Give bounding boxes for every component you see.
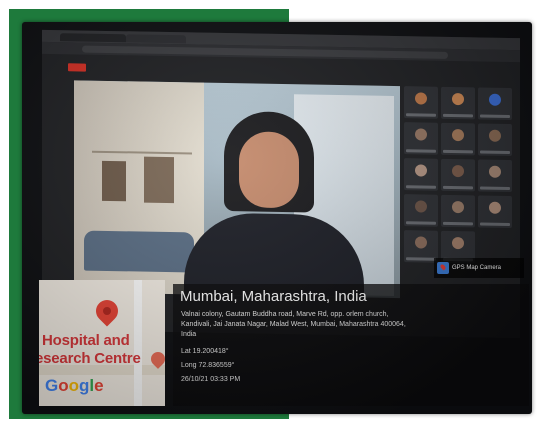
wall-frame (102, 160, 126, 202)
address-line: Kandivali, Jai Janata Nagar, Malad West,… (181, 321, 406, 328)
record-indicator (68, 63, 86, 72)
main-video-feed (74, 80, 400, 299)
address-line: Valnai colony, Gautam Buddha road, Marve… (181, 311, 389, 318)
timestamp: 26/10/21 03:33 PM (181, 376, 241, 383)
participant-tile[interactable] (404, 194, 438, 227)
latitude: Lat 19.200418° (181, 348, 229, 355)
map-road (134, 280, 142, 406)
map-thumbnail: Hospital and esearch Centre Google (39, 280, 165, 406)
sofa (84, 230, 194, 273)
speaker-face (239, 131, 299, 209)
browser-tab[interactable] (126, 34, 186, 44)
participant-tile[interactable] (478, 87, 512, 121)
gps-badge-label: GPS Map Camera (452, 265, 502, 271)
google-logo: Google (45, 376, 104, 395)
location-info-box: Mumbai, Maharashtra, India Valnai colony… (173, 284, 529, 406)
laptop-photo: GPS Map Camera Hospital and esearch Cent… (22, 22, 532, 414)
participant-tile[interactable] (441, 122, 475, 156)
participant-tile[interactable] (478, 195, 512, 229)
gps-camera-icon (437, 262, 449, 274)
map-place-label: Hospital and (42, 332, 130, 349)
participant-tile[interactable] (404, 158, 438, 191)
map-place-label: esearch Centre (39, 350, 141, 367)
map-pin-icon (91, 295, 123, 327)
hospital-pin-icon (148, 349, 165, 369)
gps-map-camera-badge: GPS Map Camera (434, 258, 524, 278)
participant-tile[interactable] (404, 122, 438, 155)
location-city: Mumbai, Maharashtra, India (180, 288, 367, 305)
participant-tile[interactable] (404, 230, 438, 263)
participant-tile[interactable] (441, 158, 475, 192)
participant-tile[interactable] (478, 159, 512, 193)
browser-tab[interactable] (60, 33, 126, 43)
longitude: Long 72.836559° (181, 362, 235, 369)
participant-tile[interactable] (441, 194, 475, 228)
participant-tile[interactable] (404, 86, 438, 119)
participant-tile[interactable] (441, 86, 475, 120)
url-field[interactable] (82, 45, 448, 59)
wall-frame (144, 156, 174, 204)
location-address: Valnai colony, Gautam Buddha road, Marve… (181, 310, 521, 340)
address-line: India (181, 331, 197, 338)
participant-tile[interactable] (478, 123, 512, 157)
